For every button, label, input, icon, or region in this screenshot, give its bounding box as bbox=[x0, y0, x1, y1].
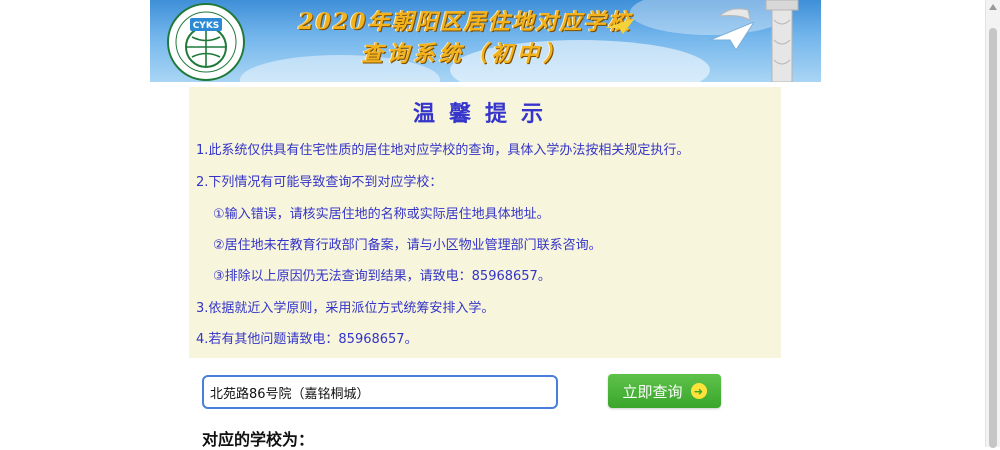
scroll-up-arrow-icon[interactable] bbox=[989, 4, 997, 10]
query-button-label: 立即查询 bbox=[622, 382, 683, 401]
school-logo-icon: CYKS bbox=[167, 3, 245, 81]
notice-line: ②居住地未在教育行政部门备案，请与小区物业管理部门联系咨询。 bbox=[213, 238, 602, 253]
notice-line: 1.此系统仅供具有住宅性质的居住地对应学校的查询，具体入学办法按相关规定执行。 bbox=[196, 143, 690, 158]
notice-panel: 温馨提示 1.此系统仅供具有住宅性质的居住地对应学校的查询，具体入学办法按相关规… bbox=[189, 87, 781, 358]
notice-line: 3.依据就近入学原则，采用派位方式统筹安排入学。 bbox=[196, 301, 495, 316]
notice-line: ③排除以上原因仍无法查询到结果，请致电：85968657。 bbox=[213, 269, 551, 284]
scrollbar-thumb[interactable] bbox=[989, 28, 997, 448]
notice-title: 温馨提示 bbox=[412, 102, 557, 127]
page-scrollbar[interactable] bbox=[985, 0, 1000, 448]
paper-plane-icon bbox=[605, 18, 635, 34]
notice-line: 2.下列情况有可能导致查询不到对应学校： bbox=[196, 175, 443, 190]
address-search-input[interactable] bbox=[202, 375, 558, 409]
arrow-right-circle-icon: ➜ bbox=[690, 383, 707, 399]
banner-subtitle: 查询系统（初中） bbox=[360, 41, 569, 67]
notice-line: 4.若有其他问题请致电：85968657。 bbox=[196, 332, 418, 347]
result-label: 对应的学校为： bbox=[202, 430, 315, 449]
notice-line: ①输入错误，请核实居住地的名称或实际居住地具体地址。 bbox=[213, 207, 550, 222]
query-button[interactable]: 立即查询 ➜ bbox=[608, 374, 721, 408]
huabiao-pillar-icon bbox=[718, 0, 799, 82]
logo-text: CYKS bbox=[193, 21, 220, 31]
header-banner: CYKS 2020年朝阳区居住地对应学校 查询系统（初中） bbox=[150, 0, 821, 82]
